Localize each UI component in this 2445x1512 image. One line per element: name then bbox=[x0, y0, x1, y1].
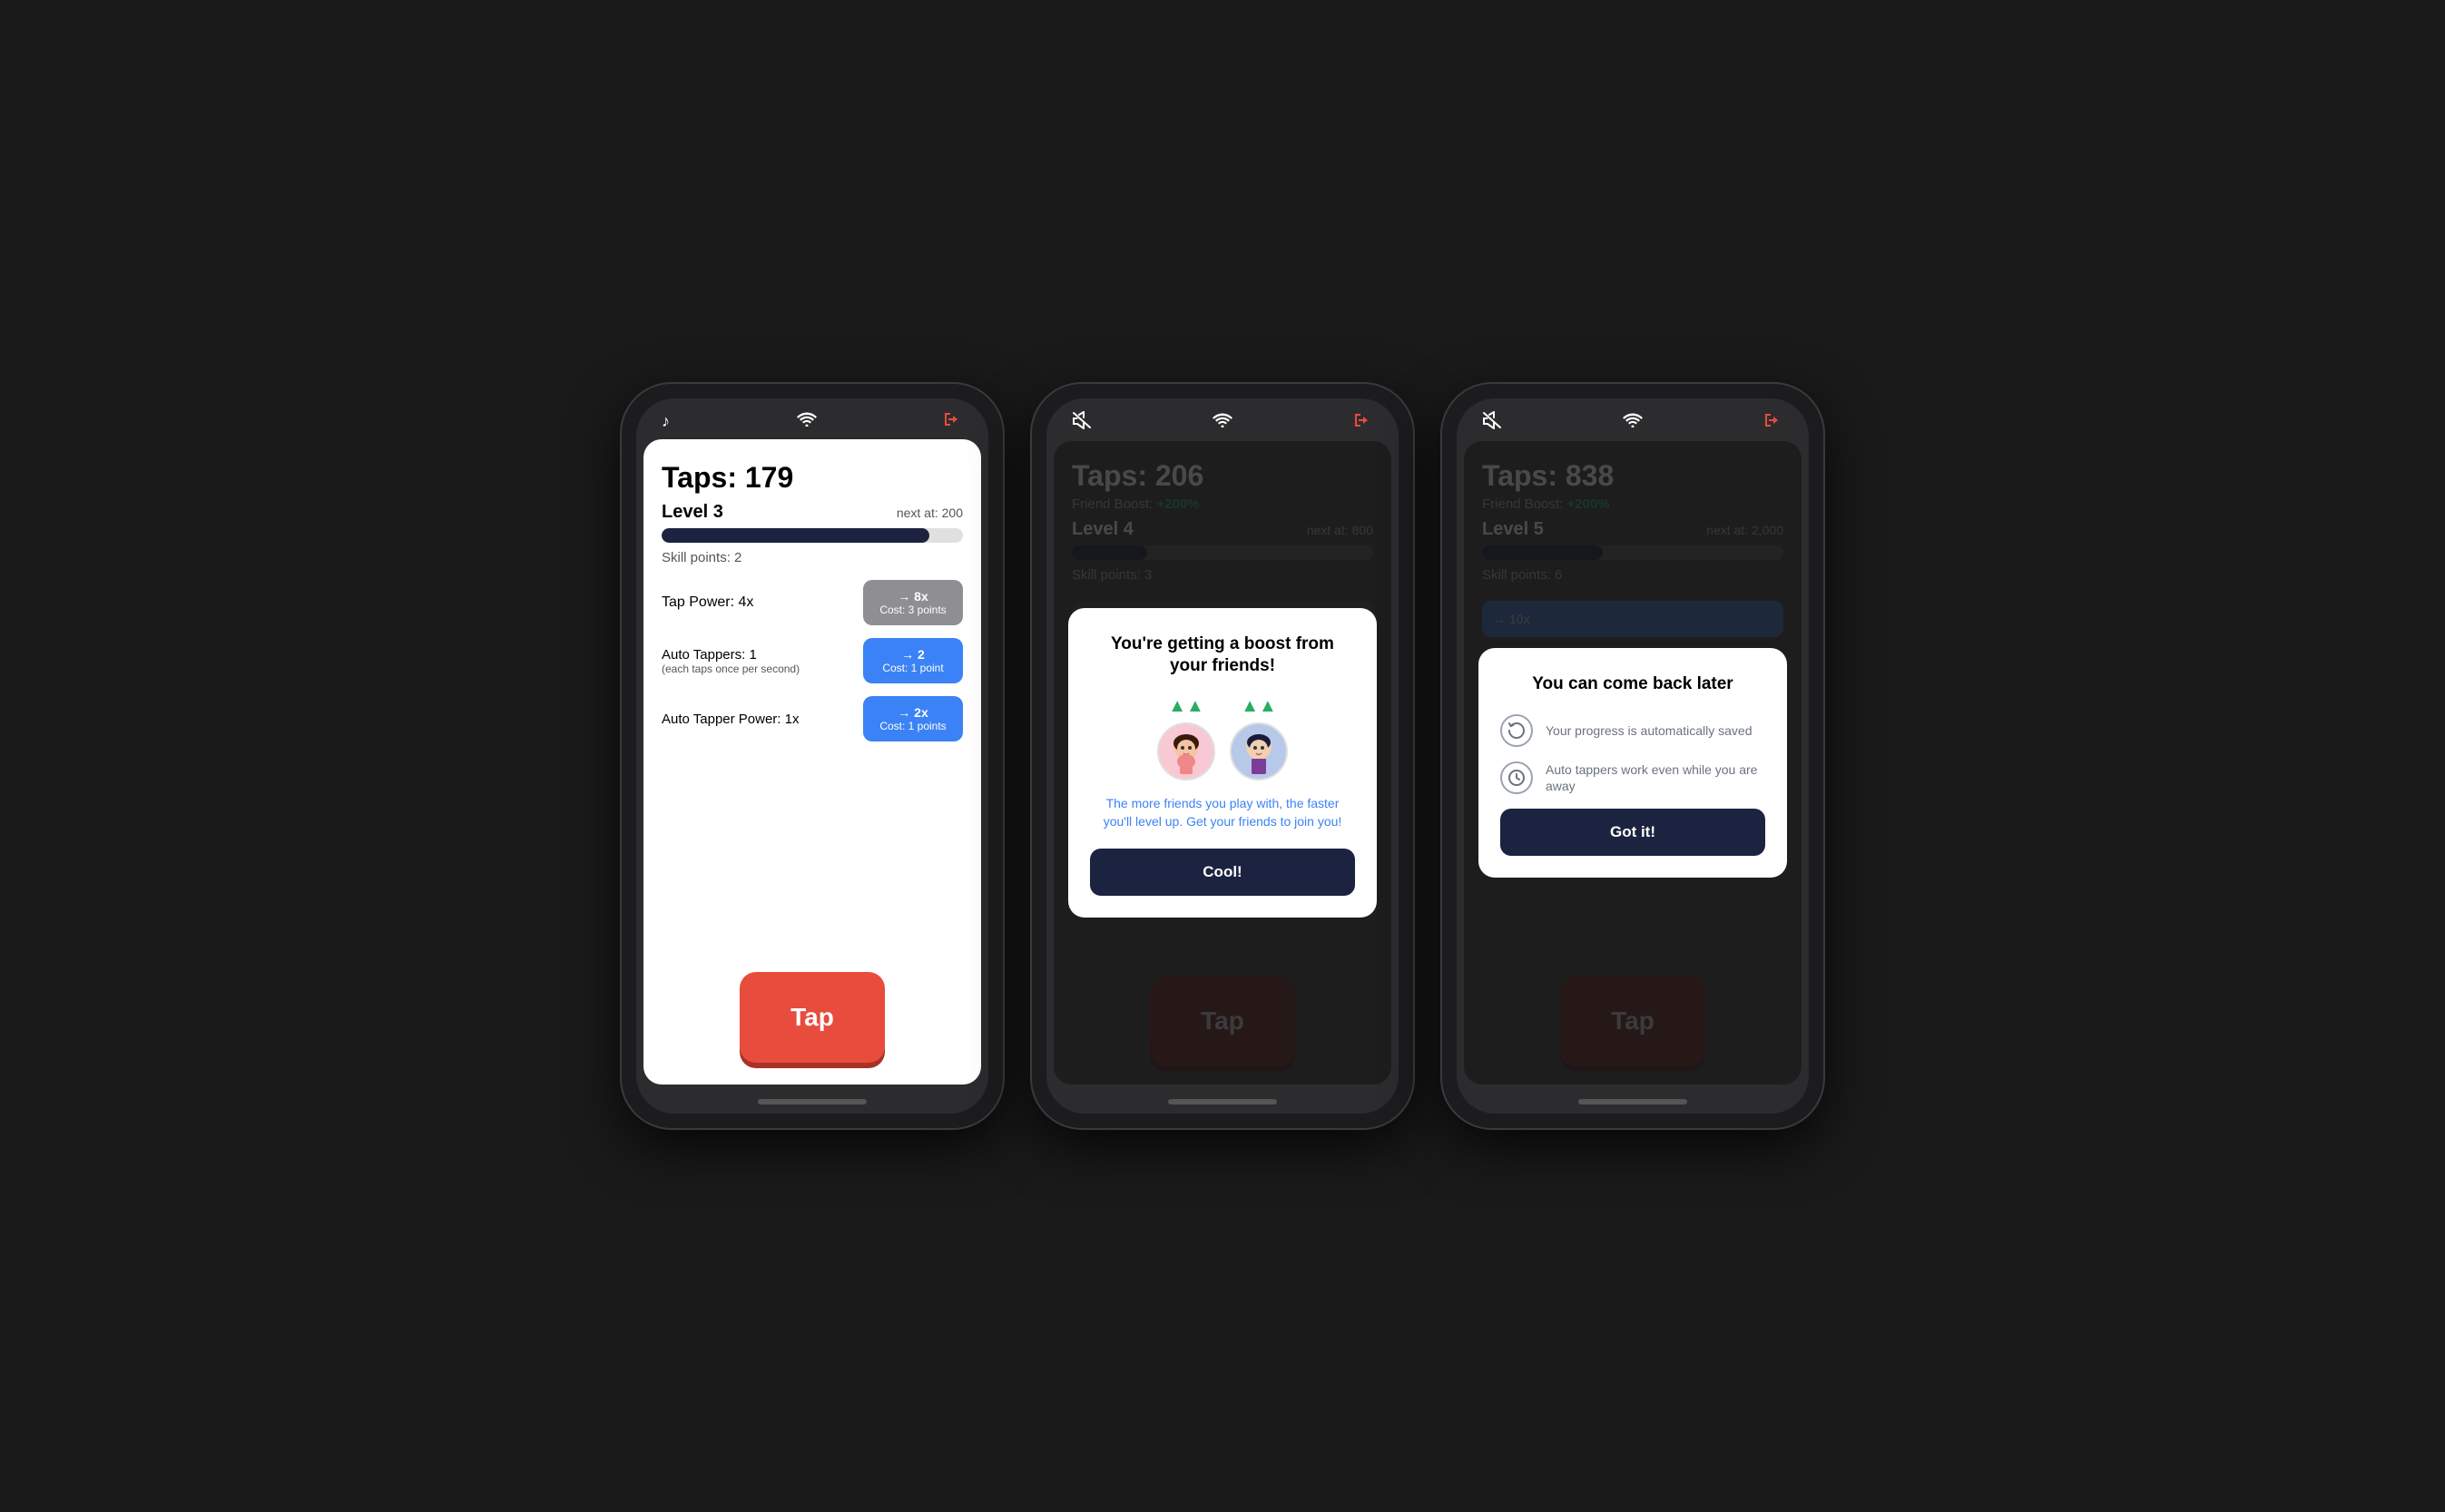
modal-title-3: You can come back later bbox=[1500, 673, 1765, 696]
info-text-2: Auto tappers work even while you are awa… bbox=[1546, 761, 1765, 794]
info-row-1: Your progress is automatically saved bbox=[1500, 714, 1765, 747]
modal-title-2: You're getting a boost from your friends… bbox=[1090, 633, 1355, 678]
auto-tappers-row: Auto Tappers: 1 (each taps once per seco… bbox=[662, 638, 963, 683]
muted-icon-2 bbox=[1072, 411, 1092, 434]
clock-icon bbox=[1500, 761, 1533, 794]
auto-tapper-power-label: Auto Tapper Power: 1x bbox=[662, 712, 799, 727]
tap-power-row: Tap Power: 4x → 8x Cost: 3 points bbox=[662, 580, 963, 625]
tap-button-area-1: Tap bbox=[643, 972, 981, 1085]
tap-power-label: Tap Power: 4x bbox=[662, 594, 753, 611]
exit-icon-3 bbox=[1763, 412, 1783, 433]
auto-tapper-power-row: Auto Tapper Power: 1x → 2x Cost: 1 point… bbox=[662, 696, 963, 741]
auto-tappers-label: Auto Tappers: 1 (each taps once per seco… bbox=[662, 647, 800, 675]
status-bar-1: ♪ bbox=[636, 398, 988, 439]
info-row-2: Auto tappers work even while you are awa… bbox=[1500, 761, 1765, 794]
wifi-icon bbox=[797, 412, 817, 431]
exit-icon-2 bbox=[1353, 412, 1373, 433]
got-it-button[interactable]: Got it! bbox=[1500, 809, 1765, 856]
auto-tappers-btn[interactable]: → 2 Cost: 1 point bbox=[863, 638, 963, 683]
app-screen-3: Taps: 838 Friend Boost: +200% Level 5 ne… bbox=[1464, 441, 1802, 1085]
muted-icon-3 bbox=[1482, 411, 1502, 434]
phone-3: Taps: 838 Friend Boost: +200% Level 5 ne… bbox=[1442, 384, 1823, 1128]
wifi-icon-2 bbox=[1213, 413, 1232, 432]
modal-avatars: ▲▲ bbox=[1090, 696, 1355, 781]
home-indicator-3 bbox=[1578, 1099, 1687, 1105]
exit-icon bbox=[943, 411, 963, 432]
next-at-1: next at: 200 bbox=[897, 506, 963, 520]
avatar-2: ▲▲ bbox=[1230, 696, 1288, 781]
phone-1: ♪ Taps: 179 Level 3 bbox=[622, 384, 1003, 1128]
phone-2: Taps: 206 Friend Boost: +200% Level 4 ne… bbox=[1032, 384, 1413, 1128]
app-screen-2: Taps: 206 Friend Boost: +200% Level 4 ne… bbox=[1054, 441, 1391, 1085]
progress-bar-1 bbox=[662, 528, 963, 543]
tap-button-1[interactable]: Tap bbox=[740, 972, 885, 1063]
app-screen-1: Taps: 179 Level 3 next at: 200 Skill poi… bbox=[643, 439, 981, 1085]
avatar-circle-1 bbox=[1157, 722, 1215, 781]
app-main-1: Taps: 179 Level 3 next at: 200 Skill poi… bbox=[643, 439, 981, 972]
home-indicator-1 bbox=[758, 1099, 867, 1105]
level-row-1: Level 3 next at: 200 bbox=[662, 502, 963, 523]
modal-description: The more friends you play with, the fast… bbox=[1090, 795, 1355, 830]
info-text-1: Your progress is automatically saved bbox=[1546, 722, 1753, 739]
modal-box-2: You're getting a boost from your friends… bbox=[1068, 608, 1377, 918]
tap-power-btn[interactable]: → 8x Cost: 3 points bbox=[863, 580, 963, 625]
status-bar-2 bbox=[1046, 398, 1399, 441]
music-icon: ♪ bbox=[662, 412, 670, 431]
modal-overlay-3: You can come back later Your progress is… bbox=[1464, 441, 1802, 1085]
skill-points-1: Skill points: 2 bbox=[662, 550, 963, 565]
boost-arrow-2: ▲▲ bbox=[1241, 696, 1277, 717]
taps-display-1: Taps: 179 bbox=[662, 461, 963, 495]
refresh-icon bbox=[1500, 714, 1533, 747]
avatar-circle-2 bbox=[1230, 722, 1288, 781]
home-indicator-2 bbox=[1168, 1099, 1277, 1105]
modal-box-3: You can come back later Your progress is… bbox=[1478, 648, 1787, 878]
status-bar-3 bbox=[1457, 398, 1809, 441]
cool-button[interactable]: Cool! bbox=[1090, 849, 1355, 896]
progress-fill-1 bbox=[662, 528, 929, 543]
boost-arrow-1: ▲▲ bbox=[1168, 696, 1204, 717]
auto-tapper-power-btn[interactable]: → 2x Cost: 1 points bbox=[863, 696, 963, 741]
wifi-icon-3 bbox=[1623, 413, 1643, 432]
level-label-1: Level 3 bbox=[662, 502, 723, 523]
modal-overlay-2: You're getting a boost from your friends… bbox=[1054, 441, 1391, 1085]
avatar-1: ▲▲ bbox=[1157, 696, 1215, 781]
